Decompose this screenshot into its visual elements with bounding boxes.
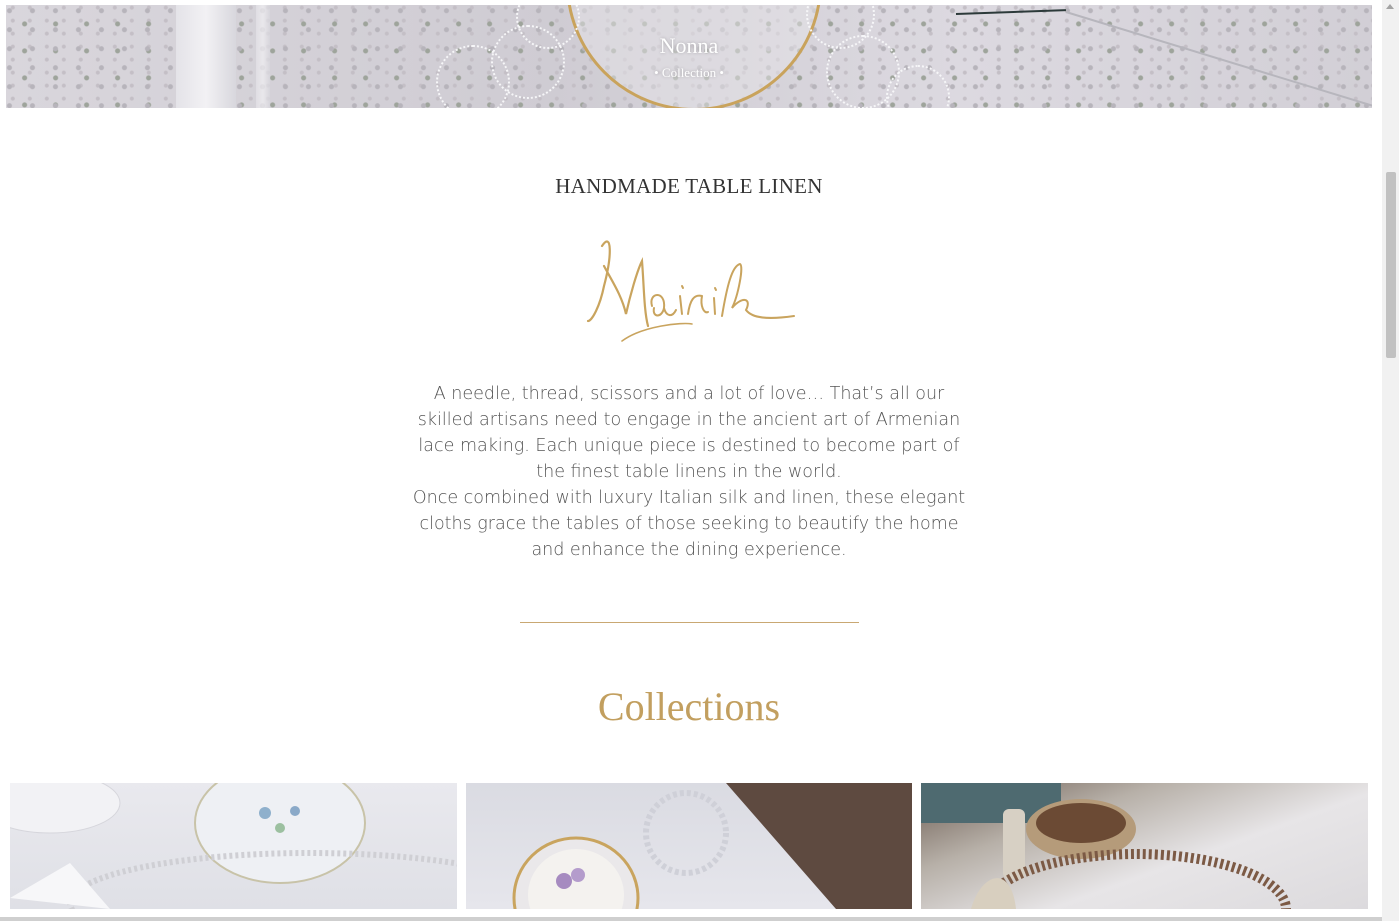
collection-image — [921, 783, 1291, 909]
hero-subtitle: • Collection • — [654, 65, 724, 80]
section-heading: HANDMADE TABLE LINEN — [555, 174, 823, 198]
section-divider — [520, 622, 859, 623]
collection-card[interactable] — [466, 783, 912, 909]
hero-banner[interactable]: Nonna • Collection • — [6, 5, 1372, 108]
mairik-logo — [586, 240, 795, 342]
collection-card[interactable] — [10, 783, 457, 909]
scrollbar-thumb[interactable] — [1386, 172, 1396, 358]
collections-heading: Collections — [597, 684, 781, 729]
collection-card[interactable] — [921, 783, 1368, 909]
scroll-up-arrow-icon[interactable] — [1386, 4, 1394, 9]
intro-paragraph: Once combined with luxury Italian silk a… — [412, 488, 966, 560]
intro-paragraph: A needle, thread, scissors and a lot of … — [417, 384, 961, 482]
hero-title: Nonna — [659, 33, 719, 58]
collection-image — [10, 783, 457, 909]
vertical-scrollbar[interactable] — [1382, 0, 1399, 921]
collection-image — [512, 783, 912, 909]
intro-text: A needle, thread, scissors and a lot of … — [409, 381, 969, 563]
table-edge — [955, 9, 1066, 15]
horizontal-scrollbar[interactable] — [0, 917, 1382, 921]
table-edge — [1065, 11, 1372, 108]
